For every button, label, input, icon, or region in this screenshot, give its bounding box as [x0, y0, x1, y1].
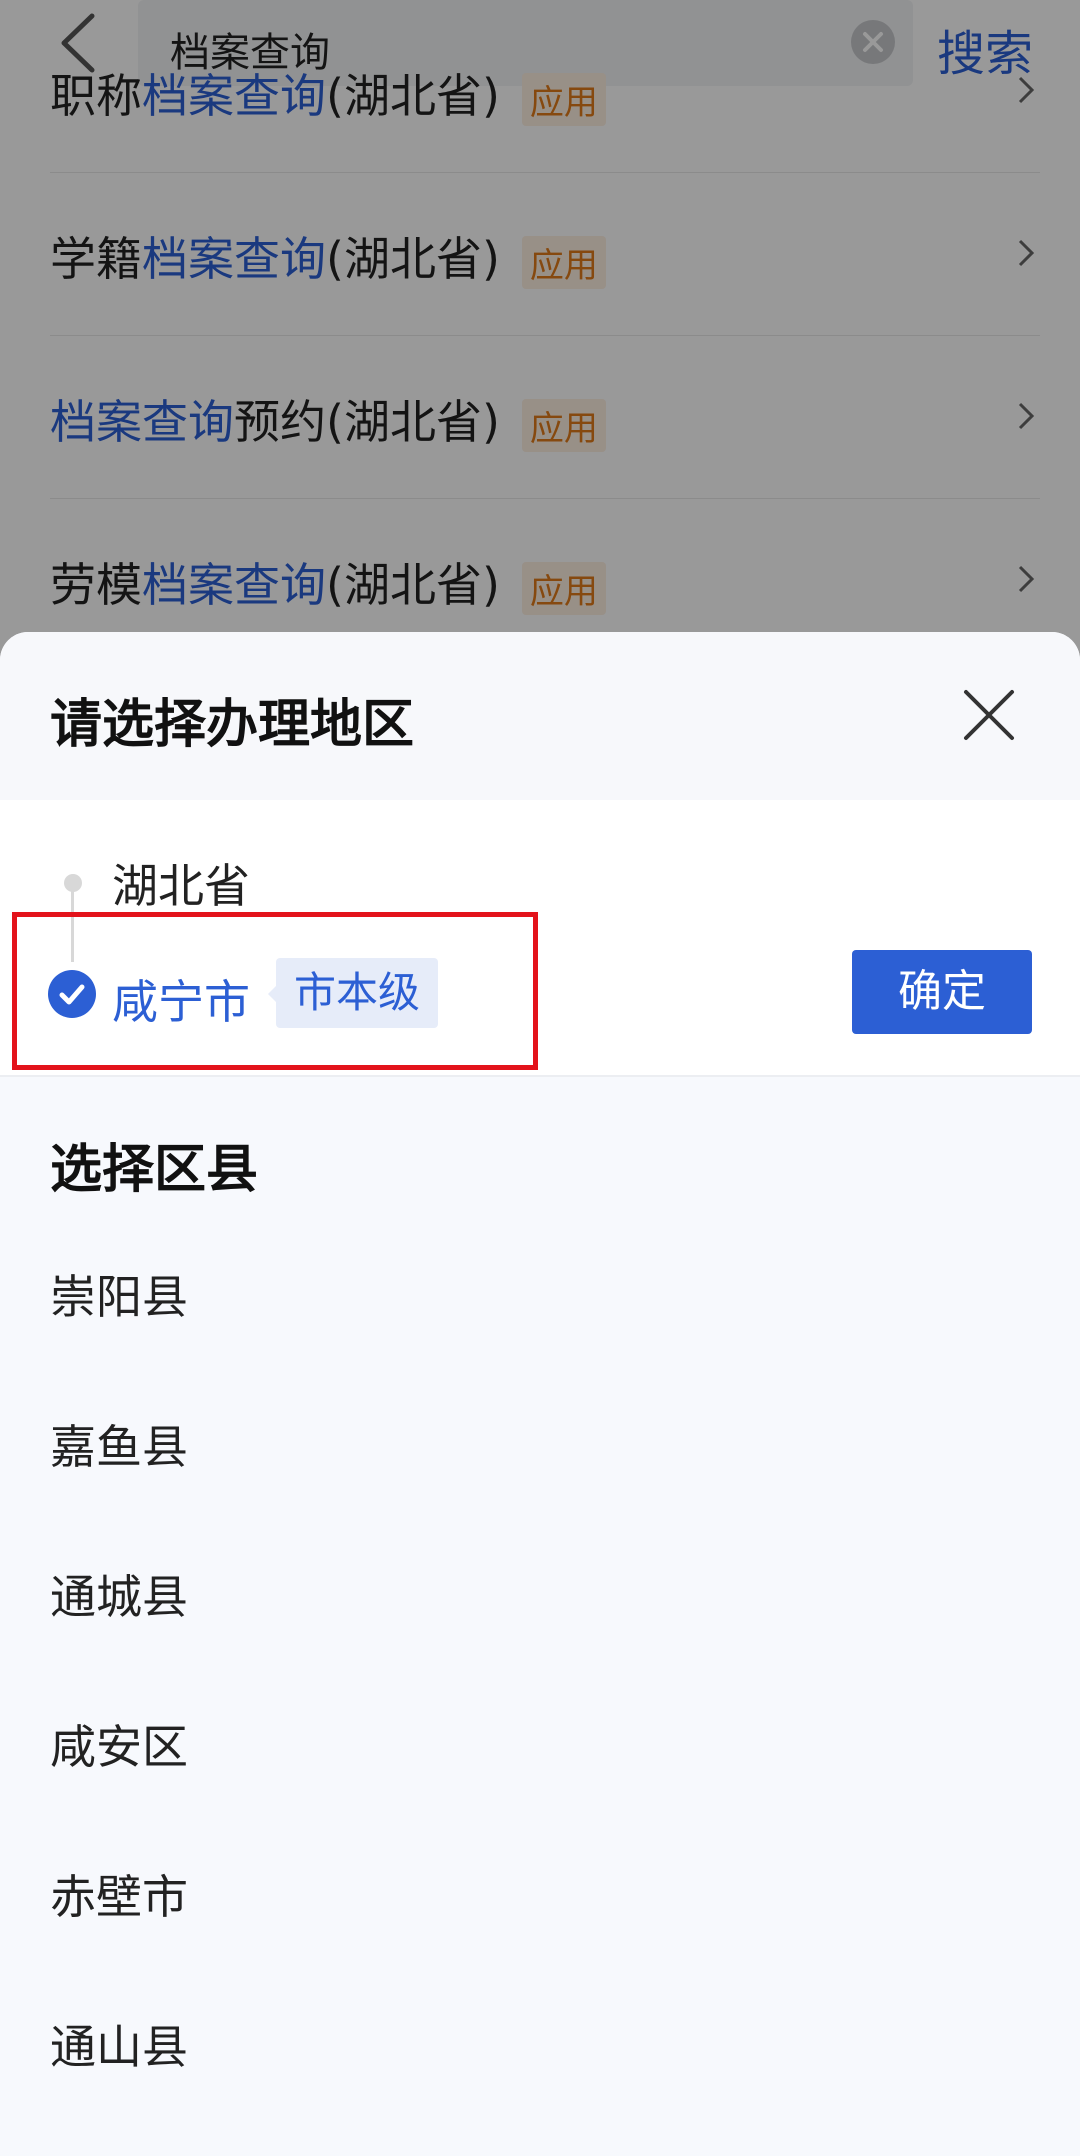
annotation-highlight-box: [12, 912, 538, 1070]
sheet-title: 请选择办理地区: [50, 695, 415, 755]
district-item[interactable]: 通山县: [50, 2017, 1030, 2156]
region-select-sheet: 请选择办理地区 湖北省 咸宁市 市本级 确定 选择区县 崇阳县 嘉鱼县 通城县 …: [0, 632, 1080, 2156]
district-item[interactable]: 通城县: [50, 1567, 1030, 1717]
district-list: 崇阳县 嘉鱼县 通城县 咸安区 赤壁市 通山县: [50, 1267, 1030, 2156]
district-item[interactable]: 咸安区: [50, 1717, 1030, 1867]
modal-overlay[interactable]: [0, 0, 1080, 700]
district-heading: 选择区县: [50, 1140, 259, 1200]
district-item[interactable]: 崇阳县: [50, 1267, 1030, 1417]
district-section: 选择区县 崇阳县 嘉鱼县 通城县 咸安区 赤壁市 通山县: [0, 1075, 1080, 2156]
path-province[interactable]: 湖北省: [112, 850, 250, 916]
confirm-button[interactable]: 确定: [852, 950, 1032, 1034]
district-item[interactable]: 赤壁市: [50, 1867, 1030, 2017]
close-button[interactable]: [958, 684, 1020, 746]
close-icon: [964, 690, 1014, 740]
path-dot-icon: [64, 874, 82, 892]
sheet-header: 请选择办理地区: [0, 632, 1080, 800]
district-item[interactable]: 嘉鱼县: [50, 1417, 1030, 1567]
